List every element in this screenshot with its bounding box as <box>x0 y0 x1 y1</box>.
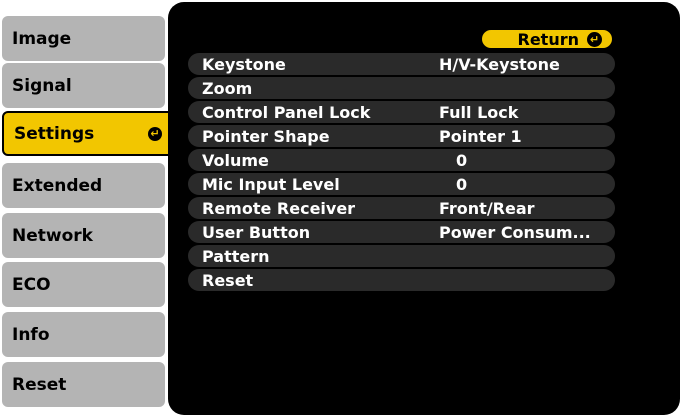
enter-icon: ↵ <box>148 126 162 141</box>
menu-item-value: Front/Rear <box>439 198 535 218</box>
tab-label: Image <box>12 28 72 49</box>
tab-reset[interactable]: Reset <box>2 362 165 407</box>
menu-item-label: Zoom <box>202 78 253 98</box>
menu-item-zoom[interactable]: Zoom <box>188 77 615 99</box>
menu-item-label: Volume <box>202 150 269 170</box>
tab-label: Network <box>12 225 93 246</box>
menu-item-volume[interactable]: Volume 0 <box>188 149 615 171</box>
enter-icon: ↵ <box>587 31 602 47</box>
menu-item-control-panel-lock[interactable]: Control Panel Lock Full Lock <box>188 101 615 123</box>
tab-image[interactable]: Image <box>2 16 165 61</box>
menu-item-value: 0 <box>456 150 468 170</box>
tab-label: Signal <box>12 75 72 96</box>
return-button[interactable]: Return ↵ <box>480 28 614 50</box>
tab-extended[interactable]: Extended <box>2 163 165 208</box>
menu-item-value: Full Lock <box>439 102 519 122</box>
tab-signal[interactable]: Signal <box>2 63 165 108</box>
tab-info[interactable]: Info <box>2 312 165 357</box>
tab-network[interactable]: Network <box>2 213 165 258</box>
tab-label: Extended <box>12 175 103 196</box>
menu-item-pointer-shape[interactable]: Pointer Shape Pointer 1 <box>188 125 615 147</box>
sidebar: Image Signal Settings ↵ Extended Network … <box>0 0 174 419</box>
menu-item-user-button[interactable]: User Button Power Consum... <box>188 221 615 243</box>
menu-item-label: Pointer Shape <box>202 126 330 146</box>
menu-item-label: Pattern <box>202 246 270 266</box>
menu-item-label: Remote Receiver <box>202 198 356 218</box>
menu-item-value: Pointer 1 <box>439 126 522 146</box>
menu-item-value: Power Consum... <box>439 222 591 242</box>
return-label: Return <box>517 29 580 49</box>
menu-item-label: Control Panel Lock <box>202 102 371 122</box>
menu-item-pattern[interactable]: Pattern <box>188 245 615 267</box>
tab-label: ECO <box>12 274 51 295</box>
menu-item-mic-input-level[interactable]: Mic Input Level 0 <box>188 173 615 195</box>
menu-item-value: 0 <box>456 174 468 194</box>
menu-item-keystone[interactable]: Keystone H/V-Keystone <box>188 53 615 75</box>
menu-item-reset[interactable]: Reset <box>188 269 615 291</box>
tab-label: Info <box>12 324 50 345</box>
menu-item-remote-receiver[interactable]: Remote Receiver Front/Rear <box>188 197 615 219</box>
tab-label: Reset <box>12 374 67 395</box>
menu-item-label: Keystone <box>202 54 286 74</box>
menu-item-label: User Button <box>202 222 311 242</box>
tab-eco[interactable]: ECO <box>2 262 165 307</box>
projector-menu-screen: Image Signal Settings ↵ Extended Network … <box>0 0 682 419</box>
tab-settings[interactable]: Settings ↵ <box>2 111 174 156</box>
menu-item-label: Reset <box>202 270 254 290</box>
menu-item-value: H/V-Keystone <box>439 54 560 74</box>
tab-label: Settings <box>14 123 95 144</box>
menu-item-label: Mic Input Level <box>202 174 340 194</box>
